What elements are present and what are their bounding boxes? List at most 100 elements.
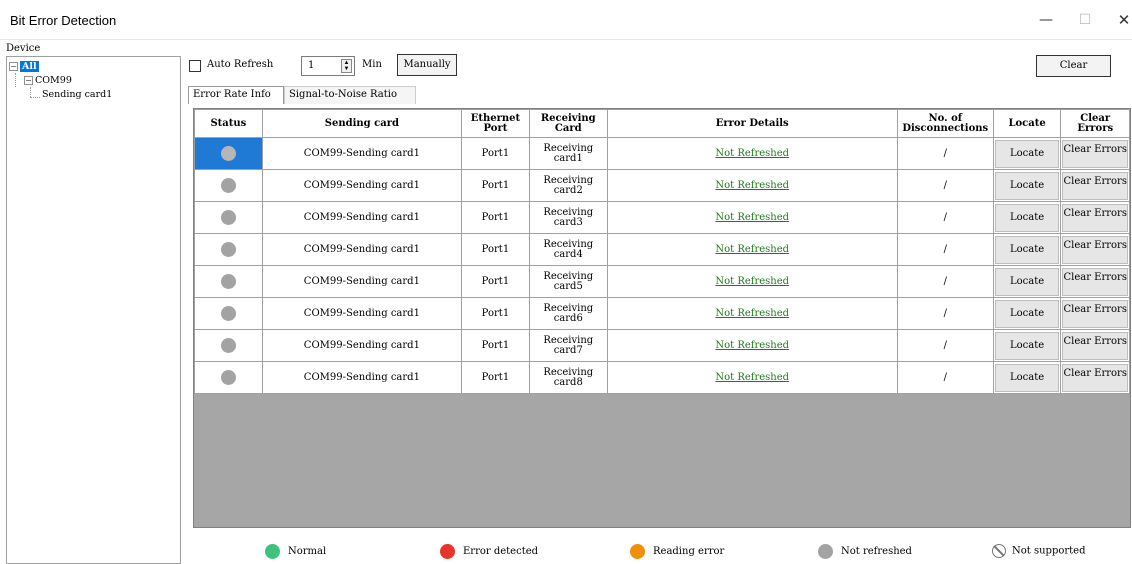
error-details-link[interactable]: Not Refreshed: [715, 340, 789, 351]
spin-arrows-icon[interactable]: ▲ ▼: [341, 59, 352, 73]
tree-node-label[interactable]: Sending card1: [42, 89, 112, 100]
clear-errors-button[interactable]: Clear Errors: [1062, 331, 1128, 360]
locate-button[interactable]: Locate: [994, 235, 1060, 264]
locate-button[interactable]: Locate: [994, 299, 1060, 328]
table-header-row: Status Sending card Ethernet Port Receiv…: [194, 109, 1130, 138]
collapse-icon[interactable]: −: [9, 62, 18, 71]
tree-node-com[interactable]: − COM99: [24, 75, 72, 86]
locate-button[interactable]: Locate: [994, 267, 1060, 296]
column-header-disconnections[interactable]: No. of Disconnections: [896, 109, 994, 138]
sending-card-cell: COM99-Sending card1: [261, 169, 463, 202]
status-cell[interactable]: [194, 137, 263, 170]
status-dot-icon: [818, 544, 833, 559]
clear-errors-button[interactable]: Clear Errors: [1062, 203, 1128, 232]
sending-card-cell: COM99-Sending card1: [261, 137, 463, 170]
sending-card-cell: COM99-Sending card1: [261, 233, 463, 266]
table-row[interactable]: COM99-Sending card1 Port1 Receiving card5 N…: [194, 265, 1130, 298]
locate-cell: Locate: [992, 169, 1062, 202]
locate-button[interactable]: Locate: [994, 171, 1060, 200]
column-header-locate[interactable]: Locate: [992, 109, 1062, 138]
error-table-area[interactable]: Status Sending card Ethernet Port Receiv…: [193, 108, 1131, 528]
table-row[interactable]: COM99-Sending card1 Port1 Receiving card1 N…: [194, 137, 1130, 170]
error-details-link[interactable]: Not Refreshed: [715, 372, 789, 383]
table-row[interactable]: COM99-Sending card1 Port1 Receiving card8 N…: [194, 361, 1130, 394]
tab-signal-to-noise[interactable]: Signal-to-Noise Ratio: [284, 86, 416, 104]
close-icon[interactable]: ✕: [1109, 8, 1132, 32]
status-cell[interactable]: [194, 169, 263, 202]
locate-button[interactable]: Locate: [994, 139, 1060, 168]
auto-refresh-label[interactable]: Auto Refresh: [207, 59, 273, 70]
error-details-link[interactable]: Not Refreshed: [715, 212, 789, 223]
clear-button[interactable]: Clear: [1036, 55, 1111, 77]
clear-errors-button[interactable]: Clear Errors: [1062, 299, 1128, 328]
legend-not-refreshed: Not refreshed: [818, 544, 912, 562]
locate-cell: Locate: [992, 361, 1062, 394]
error-details-cell: Not Refreshed: [606, 233, 898, 266]
collapse-icon[interactable]: −: [24, 76, 33, 85]
locate-button[interactable]: Locate: [994, 331, 1060, 360]
ethernet-port-cell: Port1: [461, 361, 530, 394]
disconnections-cell: /: [896, 329, 994, 362]
disconnections-cell: /: [896, 137, 994, 170]
column-header-clear-errors[interactable]: Clear Errors: [1060, 109, 1130, 138]
error-details-cell: Not Refreshed: [606, 201, 898, 234]
tree-connector: [15, 73, 16, 87]
error-details-link[interactable]: Not Refreshed: [715, 276, 789, 287]
auto-refresh-checkbox[interactable]: [189, 60, 201, 72]
sending-card-cell: COM99-Sending card1: [261, 329, 463, 362]
error-details-link[interactable]: Not Refreshed: [715, 308, 789, 319]
clear-errors-button[interactable]: Clear Errors: [1062, 235, 1128, 264]
clear-errors-cell: Clear Errors: [1060, 361, 1130, 394]
table-row[interactable]: COM99-Sending card1 Port1 Receiving card3 N…: [194, 201, 1130, 234]
disconnections-cell: /: [896, 233, 994, 266]
column-header-ethernet-port[interactable]: Ethernet Port: [461, 109, 530, 138]
locate-cell: Locate: [992, 233, 1062, 266]
locate-cell: Locate: [992, 201, 1062, 234]
status-dot-icon: [220, 338, 236, 353]
clear-errors-button[interactable]: Clear Errors: [1062, 171, 1128, 200]
column-header-sending-card[interactable]: Sending card: [261, 109, 463, 138]
device-panel-label: Device: [6, 43, 41, 54]
clear-errors-button[interactable]: Clear Errors: [1062, 139, 1128, 168]
clear-errors-button[interactable]: Clear Errors: [1062, 363, 1128, 392]
error-details-link[interactable]: Not Refreshed: [715, 180, 789, 191]
maximize-icon[interactable]: ☐: [1070, 8, 1100, 32]
column-header-error-details[interactable]: Error Details: [606, 109, 898, 138]
error-details-link[interactable]: Not Refreshed: [715, 244, 789, 255]
toolbar: Auto Refresh 1 ▲ ▼ Min Manually Clear: [183, 52, 1127, 80]
tree-connector: [30, 97, 40, 98]
column-header-status[interactable]: Status: [194, 109, 263, 138]
status-cell[interactable]: [194, 361, 263, 394]
locate-button[interactable]: Locate: [994, 203, 1060, 232]
tree-node-label[interactable]: All: [20, 61, 39, 72]
ethernet-port-cell: Port1: [461, 329, 530, 362]
tree-node-all[interactable]: − All: [9, 61, 39, 72]
status-cell[interactable]: [194, 329, 263, 362]
legend-label: Reading error: [653, 546, 725, 557]
tree-node-sending-card[interactable]: Sending card1: [42, 89, 112, 100]
interval-stepper[interactable]: 1 ▲ ▼: [301, 56, 355, 76]
device-tree[interactable]: − All − COM99 Sending card1: [6, 56, 181, 564]
table-row[interactable]: COM99-Sending card1 Port1 Receiving card7 N…: [194, 329, 1130, 362]
status-cell[interactable]: [194, 265, 263, 298]
receiving-card-cell: Receiving card4: [528, 233, 608, 266]
error-details-link[interactable]: Not Refreshed: [715, 148, 789, 159]
status-cell[interactable]: [194, 201, 263, 234]
locate-button[interactable]: Locate: [994, 363, 1060, 392]
ethernet-port-cell: Port1: [461, 201, 530, 234]
interval-value[interactable]: 1: [308, 60, 314, 71]
manually-button[interactable]: Manually: [397, 54, 457, 76]
tree-connector: [30, 87, 31, 97]
column-header-receiving-card[interactable]: Receiving Card: [528, 109, 608, 138]
minimize-icon[interactable]: —: [1031, 8, 1061, 32]
tab-error-rate-info[interactable]: Error Rate Info: [188, 86, 284, 104]
status-cell[interactable]: [194, 297, 263, 330]
clear-errors-button[interactable]: Clear Errors: [1062, 267, 1128, 296]
table-row[interactable]: COM99-Sending card1 Port1 Receiving card2 N…: [194, 169, 1130, 202]
status-dot-icon: [220, 146, 236, 161]
status-cell[interactable]: [194, 233, 263, 266]
tree-node-label[interactable]: COM99: [35, 75, 72, 86]
table-row[interactable]: COM99-Sending card1 Port1 Receiving card6 N…: [194, 297, 1130, 330]
status-dot-icon: [220, 242, 236, 257]
table-row[interactable]: COM99-Sending card1 Port1 Receiving card4 N…: [194, 233, 1130, 266]
